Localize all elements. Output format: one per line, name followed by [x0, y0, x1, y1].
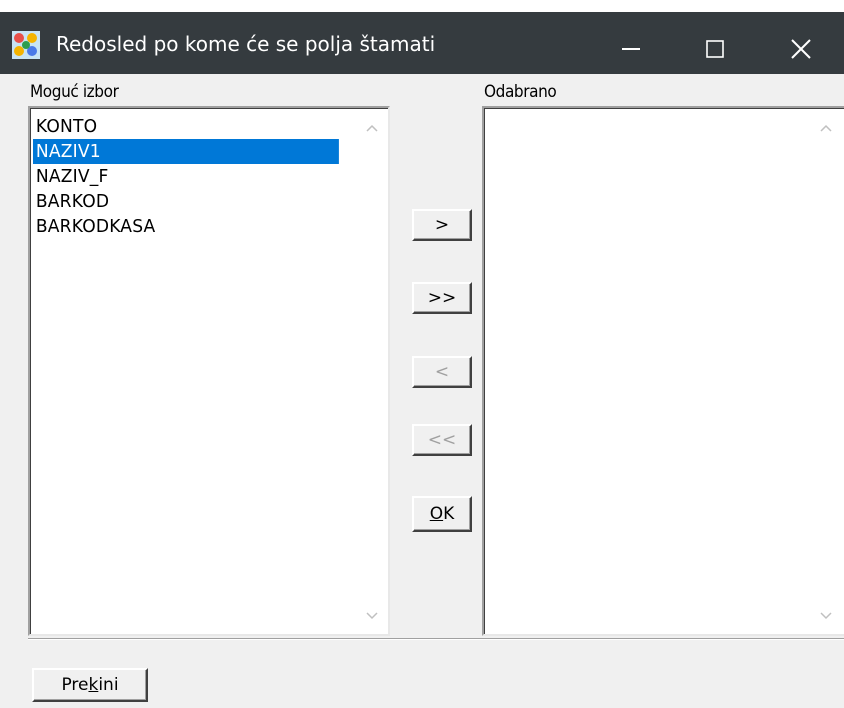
list-item[interactable]: BARKOD [33, 189, 339, 214]
cancel-button[interactable]: Prekini [32, 668, 148, 702]
chosen-fields-label: Odabrano [484, 82, 557, 102]
available-fields-list[interactable]: KONTO NAZIV1 NAZIV_F BARKOD BARKODKASA [28, 106, 390, 636]
cancel-label-rest: ini [98, 675, 119, 695]
ok-accelerator: O [429, 504, 444, 524]
list-item[interactable]: BARKODKASA [33, 214, 339, 239]
chosen-fields-list[interactable] [482, 106, 844, 636]
add-all-fields-button[interactable]: >> [412, 282, 472, 314]
list-item[interactable]: NAZIV1 [33, 139, 339, 164]
scroll-down-icon[interactable] [818, 610, 834, 622]
minimize-icon [622, 48, 640, 50]
remove-all-fields-button[interactable]: << [412, 424, 472, 456]
ok-label-rest: K [443, 504, 455, 524]
list-item[interactable]: KONTO [33, 114, 339, 139]
minimize-button[interactable] [588, 24, 674, 74]
scroll-up-icon[interactable] [364, 122, 380, 134]
dialog-window: Redosled po kome će se polja štamati Mog… [0, 0, 844, 708]
available-items-container: KONTO NAZIV1 NAZIV_F BARKOD BARKODKASA [33, 114, 355, 239]
maximize-button[interactable] [672, 24, 758, 74]
close-button[interactable] [758, 24, 844, 74]
title-bar[interactable]: Redosled po kome će se polja štamati [0, 0, 844, 74]
remove-field-button[interactable]: < [412, 356, 472, 388]
close-icon [791, 39, 811, 59]
list-item[interactable]: NAZIV_F [33, 164, 339, 189]
add-field-button[interactable]: > [412, 209, 472, 241]
available-fields-label: Moguć izbor [30, 82, 119, 102]
ok-button[interactable]: OK [412, 496, 472, 532]
maximize-icon [706, 40, 724, 58]
cancel-accelerator: k [88, 675, 99, 695]
window-title: Redosled po kome će se polja štamati [56, 32, 436, 56]
app-icon [12, 31, 40, 59]
divider [28, 638, 844, 640]
scroll-up-icon[interactable] [818, 122, 834, 134]
cancel-label-prefix: Pre [61, 675, 89, 695]
scroll-down-icon[interactable] [364, 610, 380, 622]
